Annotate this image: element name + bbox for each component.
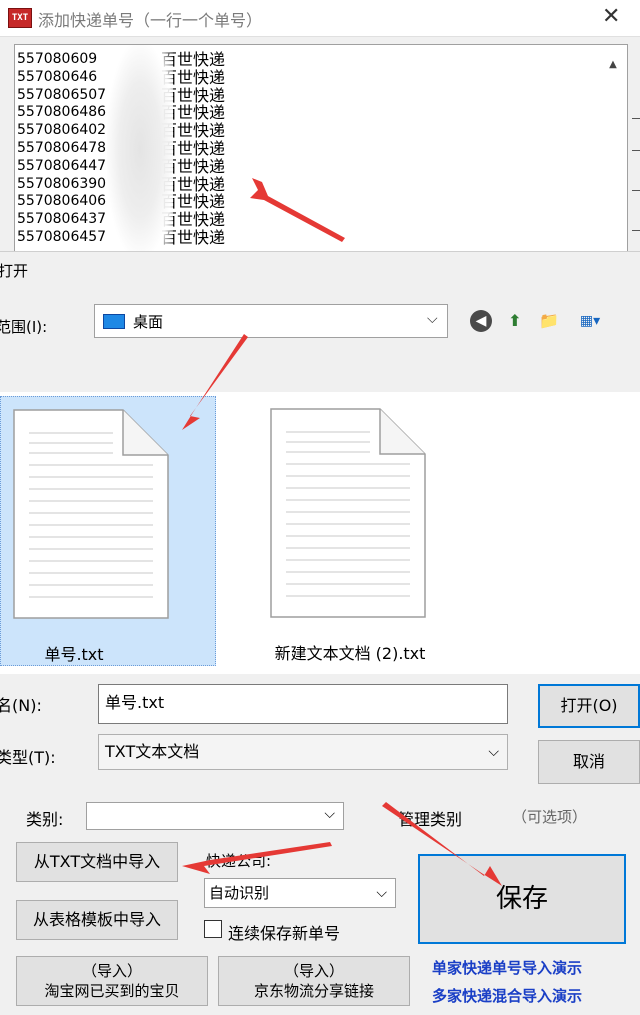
tracking-number: 5570806402 — [17, 122, 107, 139]
continuous-save-label[interactable]: 连续保存新单号 — [228, 920, 340, 944]
lookin-label: 范围(I): — [0, 318, 48, 336]
import-template-button[interactable]: 从表格模板中导入 — [16, 900, 178, 940]
tracking-list: 557080609 百世快递 557080646 百世快递 5570806507 百世快递… — [17, 51, 577, 247]
continuous-save-checkbox[interactable] — [204, 920, 222, 938]
tracking-number: 5570806486 — [17, 104, 107, 121]
tracking-number-textarea[interactable]: 557080609 百世快递 557080646 百世快递 5570806507 百世快递… — [14, 44, 628, 255]
import-jd-line1: （导入） — [283, 962, 344, 980]
tracking-row: 5570806406 百世快递 — [17, 193, 577, 211]
carrier-select-value: 自动识别 — [209, 884, 270, 902]
file-list: 单号.txt 新建文本文档 (2).txt — [0, 392, 640, 674]
cancel-button[interactable]: 取消 — [538, 740, 640, 784]
filetype-select[interactable]: TXT文本文档 ⌵ — [98, 734, 508, 770]
back-icon[interactable]: ◀ — [470, 310, 492, 332]
import-txt-button[interactable]: 从TXT文档中导入 — [16, 842, 178, 882]
tracking-row: 5570806486 百世快递 — [17, 104, 577, 122]
dialog-title: 打开 — [0, 262, 29, 280]
tracking-row: 5570806402 百世快递 — [17, 122, 577, 140]
optional-hint: （可选项） — [512, 808, 588, 826]
category-label: 类别: — [26, 810, 64, 829]
close-icon[interactable]: ✕ — [602, 4, 620, 29]
filename-input[interactable]: 单号.txt — [98, 684, 508, 724]
filetype-value: TXT文本文档 — [105, 742, 200, 761]
chevron-down-icon: ⌵ — [376, 885, 387, 901]
new-folder-icon[interactable]: 📁 — [538, 310, 560, 332]
tracking-number: 557080646 — [17, 68, 98, 85]
desktop-icon — [103, 314, 125, 329]
import-jd-line2: 京东物流分享链接 — [253, 982, 374, 1000]
file-name: 新建文本文档 (2).txt — [274, 644, 426, 663]
window-title: 添加快递单号（一行一个单号） — [38, 11, 263, 30]
tracking-number: 5570806437 — [17, 211, 107, 228]
tracking-number: 5570806507 — [17, 86, 107, 103]
text-file-icon — [13, 409, 169, 619]
tracking-number: 5570806447 — [17, 157, 107, 174]
scroll-up-icon[interactable]: ▲ — [605, 59, 621, 71]
up-folder-icon[interactable]: ⬆ — [504, 310, 526, 332]
carrier-label: 快递公司: — [206, 852, 272, 870]
chevron-down-icon: ⌵ — [324, 806, 335, 822]
tracking-row: 5570806478 百世快递 — [17, 140, 577, 158]
import-taobao-button[interactable]: （导入） 淘宝网已买到的宝贝 — [16, 956, 208, 1006]
category-select[interactable]: ⌵ — [86, 802, 344, 830]
title-bar: TXT 添加快递单号（一行一个单号） ✕ — [0, 0, 640, 37]
tracking-row: 5570806507 百世快递 — [17, 86, 577, 105]
filename-label: 名(N): — [0, 696, 42, 715]
tracking-row: 5570806390 百世快递 — [17, 175, 577, 194]
save-button[interactable]: 保存 — [418, 854, 626, 944]
lookin-select[interactable]: 桌面 ⌵ — [94, 304, 448, 338]
chevron-down-icon: ⌵ — [427, 311, 438, 327]
manage-category-link[interactable]: 管理类别 — [398, 806, 462, 830]
tracking-row: 557080646 百世快递 — [17, 68, 577, 87]
text-file-icon — [270, 408, 426, 618]
tracking-number: 557080609 — [17, 51, 98, 67]
import-taobao-line2: 淘宝网已买到的宝贝 — [44, 982, 180, 1000]
view-menu-icon[interactable]: ▦▾ — [572, 310, 608, 332]
open-button[interactable]: 打开(O) — [538, 684, 640, 728]
chevron-down-icon: ⌵ — [488, 744, 499, 760]
single-import-demo-link[interactable]: 单家快递单号导入演示 — [432, 957, 582, 978]
file-item[interactable]: 新建文本文档 (2).txt — [250, 396, 450, 666]
file-item-selected[interactable]: 单号.txt — [0, 396, 216, 666]
carrier-select[interactable]: 自动识别 ⌵ — [204, 878, 396, 908]
lookin-value: 桌面 — [133, 313, 164, 331]
tracking-number: 5570806457 — [17, 228, 107, 245]
tracking-number: 5570806478 — [17, 139, 107, 156]
tracking-number: 5570806390 — [17, 175, 107, 192]
import-taobao-line1: （导入） — [81, 962, 142, 980]
tracking-row: 5570806457 百世快递 — [17, 229, 577, 247]
tracking-row: 557080609 百世快递 — [17, 51, 577, 69]
open-file-dialog: 打开 范围(I): 桌面 ⌵ ◀ ⬆ 📁 ▦▾ 单号.txt 新建文本文档 (2… — [0, 251, 640, 784]
tracking-row: 5570806447 百世快递 — [17, 157, 577, 176]
filetype-label: 类型(T): — [0, 748, 56, 767]
privacy-blur — [107, 45, 173, 255]
app-icon: TXT — [8, 8, 32, 28]
tracking-number: 5570806406 — [17, 193, 107, 210]
import-jd-button[interactable]: （导入） 京东物流分享链接 — [218, 956, 410, 1006]
multi-import-demo-link[interactable]: 多家快递混合导入演示 — [432, 985, 582, 1006]
tracking-row: 5570806437 百世快递 — [17, 211, 577, 229]
file-name: 单号.txt — [44, 645, 104, 664]
